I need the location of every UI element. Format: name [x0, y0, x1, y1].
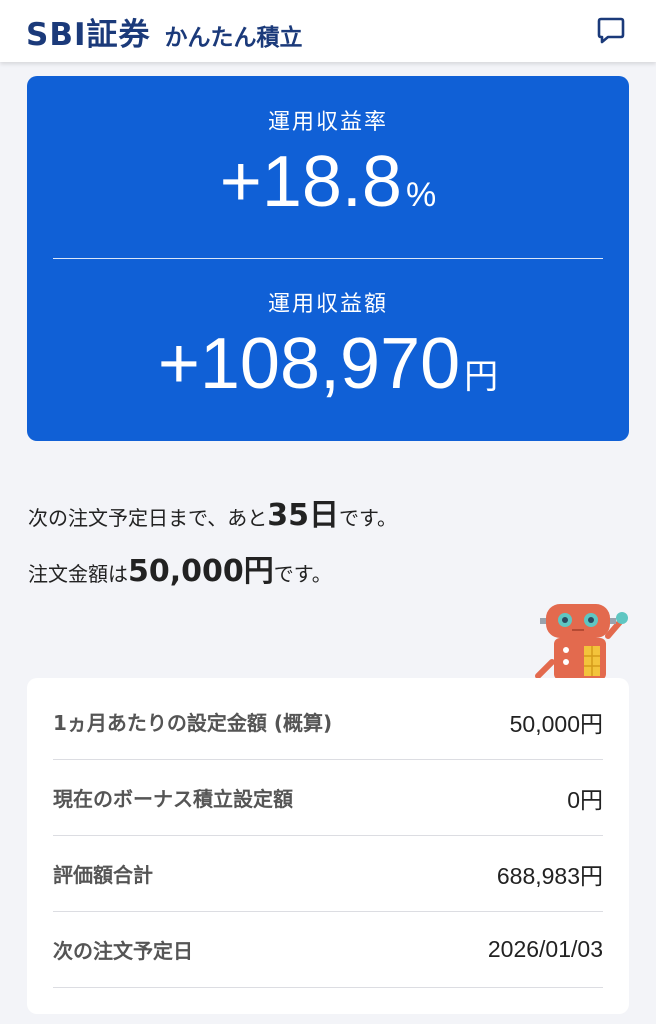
summary-divider — [53, 258, 603, 259]
settings-detail-card: 1ヵ月あたりの設定金額 (概算) 50,000円 現在のボーナス積立設定額 0円… — [27, 678, 629, 1014]
detail-label: 次の注文予定日 — [53, 939, 193, 963]
detail-row-total-valuation: 評価額合計 688,983円 — [53, 836, 603, 912]
countdown-days: 35日 — [267, 498, 339, 533]
return-rate-label: 運用収益率 — [267, 110, 388, 135]
countdown-prefix: 次の注文予定日まで、あと — [28, 506, 268, 530]
detail-label: 現在のボーナス積立設定額 — [53, 787, 293, 811]
detail-value: 688,983円 — [496, 862, 603, 889]
chat-bubble-icon[interactable] — [594, 12, 628, 46]
return-amount-unit: 円 — [464, 358, 499, 396]
order-amount-prefix: 注文金額は — [28, 562, 128, 586]
return-amount-value: +108,970 円 — [27, 328, 629, 400]
order-amount-value: 50,000円 — [128, 554, 274, 589]
app-header: SBI証券 かんたん積立 — [0, 0, 656, 62]
return-rate-number: +18.8 — [219, 142, 402, 222]
return-rate-value: +18.8% — [27, 146, 629, 218]
countdown-suffix: です。 — [338, 506, 397, 530]
detail-row-bonus-amount: 現在のボーナス積立設定額 0円 — [53, 760, 603, 836]
detail-label: 1ヵ月あたりの設定金額 (概算) — [53, 711, 333, 735]
detail-label: 評価額合計 — [53, 863, 153, 887]
app-subtitle: かんたん積立 — [164, 24, 303, 51]
robot-mascot-icon — [535, 604, 628, 680]
logo: SBI証券 かんたん積立 — [26, 9, 303, 54]
detail-value: 2026/01/03 — [487, 936, 603, 962]
brand-logo: SBI証券 — [26, 16, 151, 53]
detail-value: 0円 — [567, 786, 603, 813]
return-summary-card: 運用収益率 +18.8% 運用収益額 +108,970 円 — [27, 76, 629, 441]
return-rate-unit: % — [405, 176, 437, 214]
return-amount-number: +108,970 — [157, 324, 461, 404]
order-amount-line: 注文金額は50,000円です。 — [28, 546, 332, 590]
next-order-countdown: 次の注文予定日まで、あと35日です。 — [28, 490, 397, 534]
detail-value: 50,000円 — [509, 710, 603, 737]
order-amount-suffix: です。 — [273, 562, 332, 586]
return-amount-label: 運用収益額 — [267, 292, 388, 317]
detail-row-monthly-amount: 1ヵ月あたりの設定金額 (概算) 50,000円 — [53, 684, 603, 760]
detail-row-next-order-date: 次の注文予定日 2026/01/03 — [53, 912, 603, 988]
